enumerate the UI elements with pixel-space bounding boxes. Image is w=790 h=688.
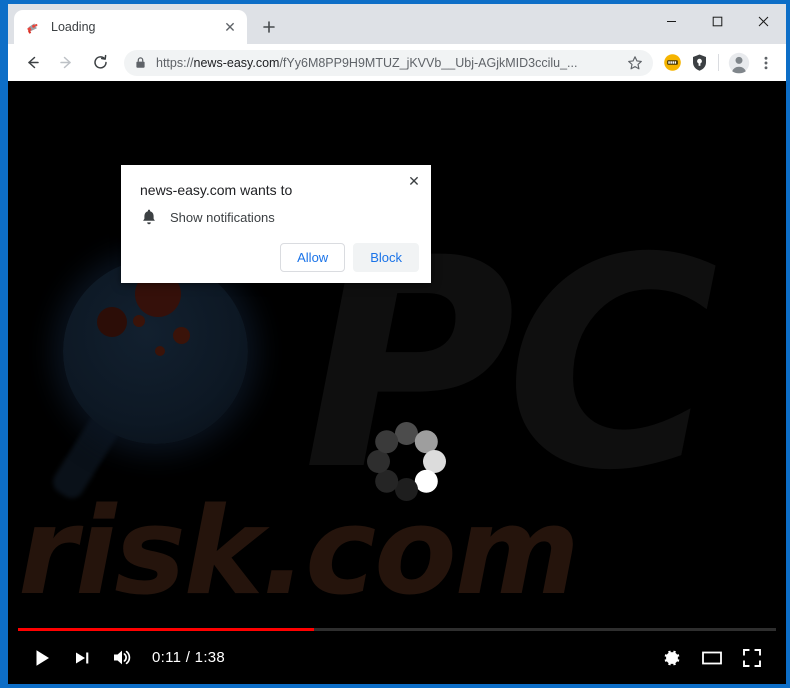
time-display: 0:11 / 1:38 [152,649,226,666]
magnifier-lens [63,259,248,444]
close-icon[interactable]: ✕ [221,18,239,36]
minimize-button[interactable] [648,4,694,38]
lock-icon [134,56,147,69]
close-button[interactable] [740,4,786,38]
notification-permission-dialog: ✕ news-easy.com wants to Show notificati… [121,165,431,283]
address-bar[interactable]: https://news-easy.com/fYy6M8PP9H9MTUZ_jK… [124,49,653,76]
browser-toolbar: https://news-easy.com/fYy6M8PP9H9MTUZ_jK… [8,44,786,81]
red-dot [173,327,190,344]
video-player-page: PC risk.com 0:11 / 1:38 ✕ news-easy.com … [8,81,786,684]
screenshot-root: Loading ✕ https://news-easy.com/fYy6M8PP… [0,0,790,688]
watermark-risk: risk.com [18,483,580,622]
dialog-title: news-easy.com wants to [140,182,293,198]
close-icon[interactable]: ✕ [402,169,426,193]
tab-strip: Loading ✕ [8,4,786,44]
shield-extension-icon[interactable] [686,50,712,76]
url-path: /fYy6M8PP9H9MTUZ_jKVVb__Ubj-AGjkMID3ccil… [279,55,578,70]
controls-row: 0:11 / 1:38 [8,631,786,684]
allow-button[interactable]: Allow [280,243,346,272]
window-controls [648,4,786,38]
browser-window: Loading ✕ https://news-easy.com/fYy6M8PP… [8,4,786,684]
new-tab-button[interactable] [255,13,283,41]
permission-label: Show notifications [170,209,275,225]
video-controls-bar: 0:11 / 1:38 [8,628,786,684]
volume-icon[interactable] [102,638,142,678]
three-dot-menu-icon[interactable] [753,50,779,76]
fullscreen-icon[interactable] [732,638,772,678]
url-host: news-easy.com [193,55,280,70]
maximize-button[interactable] [694,4,740,38]
red-dot [133,315,145,327]
forward-arrow-icon [52,49,80,77]
tab-title: Loading [51,20,96,34]
profile-avatar-icon[interactable] [726,50,752,76]
toolbar-divider [718,54,719,71]
bookmark-star-icon[interactable] [623,51,647,75]
extension-yellow-icon[interactable] [659,50,685,76]
permission-row: Show notifications [140,208,275,226]
red-dot [97,307,127,337]
reload-icon[interactable] [86,49,114,77]
megaphone-icon [25,19,42,36]
red-dot [155,346,165,356]
back-arrow-icon[interactable] [18,49,46,77]
play-icon[interactable] [22,638,62,678]
loading-spinner [366,421,446,501]
browser-tab[interactable]: Loading ✕ [14,10,247,44]
url-text: https://news-easy.com/fYy6M8PP9H9MTUZ_jK… [156,56,623,70]
bell-icon [140,208,158,226]
url-scheme: https:// [156,55,194,70]
theater-mode-icon[interactable] [692,638,732,678]
next-track-icon[interactable] [62,638,102,678]
block-button[interactable]: Block [353,243,419,272]
gear-icon[interactable] [652,638,692,678]
dialog-actions: Allow Block [280,243,419,272]
